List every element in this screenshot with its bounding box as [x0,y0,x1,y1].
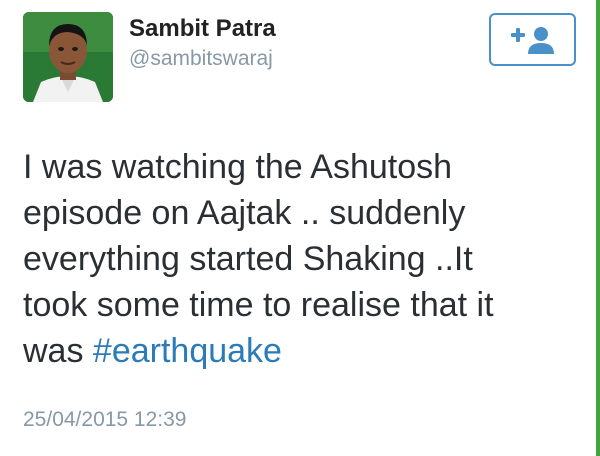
tweet-text-line: took some time to realise that it [23,286,494,324]
tweet-text-line: episode on Aajtak .. suddenly [23,194,466,232]
display-name[interactable]: Sambit Patra [129,15,276,43]
follow-button[interactable] [489,13,576,66]
tweet-text-line: I was watching the Ashutosh [23,148,453,186]
user-handle[interactable]: @sambitswaraj [129,47,273,71]
tweet-text: I was watching the Ashutosh episode on A… [23,144,583,374]
add-user-icon [510,26,554,54]
avatar[interactable] [23,12,113,102]
avatar-image [23,12,113,102]
tweet-timestamp[interactable]: 25/04/2015 12:39 [23,407,187,433]
tweet-text-line: everything started Shaking ..It [23,240,473,278]
tweet-card: Sambit Patra @sambitswaraj I was watchin… [0,0,600,456]
tweet-text-prefix: was [23,332,93,370]
window-edge-border [596,0,600,456]
tweet-text-last-line: was #earthquake [23,328,583,374]
hashtag-link[interactable]: #earthquake [93,332,282,370]
